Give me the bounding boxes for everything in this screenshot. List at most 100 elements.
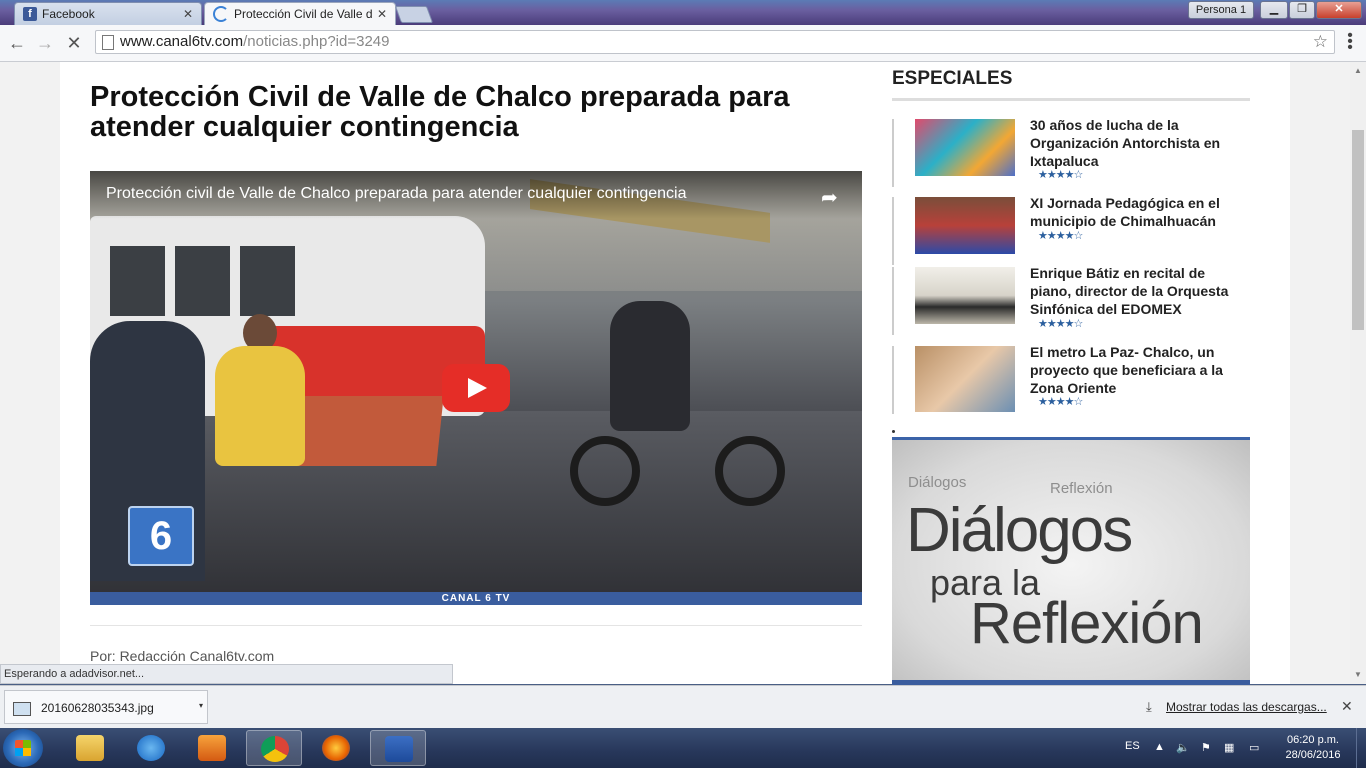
item-thumbnail[interactable] xyxy=(915,119,1015,176)
taskbar-explorer[interactable] xyxy=(62,730,118,766)
address-bar[interactable]: www.canal6tv.com/noticias.php?id=3249 ☆ xyxy=(95,30,1335,54)
windows-taskbar: ES ▲ 🔈 ⚑ ▦ ▭ 06:20 p.m. 28/06/2016 xyxy=(0,728,1366,768)
sidebar-item-batiz[interactable]: Enrique Bátiz en recital de piano, direc… xyxy=(892,264,1250,337)
close-tab-icon[interactable]: ✕ xyxy=(377,7,387,21)
list-bullet xyxy=(892,430,895,433)
tab-proteccion-civil[interactable]: Protección Civil de Valle d ✕ xyxy=(204,2,396,25)
sidebar-item-metro[interactable]: El metro La Paz- Chalco, un proyecto que… xyxy=(892,343,1250,416)
forward-arrow-icon[interactable]: → xyxy=(33,31,57,55)
item-divider xyxy=(892,119,894,187)
taskbar-word[interactable] xyxy=(370,730,426,766)
start-button[interactable] xyxy=(3,729,43,767)
browser-toolbar: ← → ✕ www.canal6tv.com/noticias.php?id=3… xyxy=(0,25,1366,62)
download-item[interactable]: 20160628035343.jpg ▾ xyxy=(4,690,208,724)
taskbar-internet-explorer[interactable] xyxy=(123,730,179,766)
banner-ghost-text: Diálogos xyxy=(908,474,967,491)
folder-icon xyxy=(76,735,104,761)
back-arrow-icon[interactable]: ← xyxy=(5,31,29,55)
scrollbar-thumb[interactable] xyxy=(1352,130,1364,330)
dialogos-banner[interactable]: Diálogos Reflexión Diálogos para la Refl… xyxy=(892,437,1250,690)
taskbar-media-player[interactable] xyxy=(184,730,240,766)
firefox-icon xyxy=(322,735,350,761)
close-tab-icon[interactable]: ✕ xyxy=(183,7,193,21)
taskbar-firefox[interactable] xyxy=(308,730,364,766)
chevron-down-icon[interactable]: ▾ xyxy=(199,701,203,710)
tab-label: Facebook xyxy=(42,7,95,21)
browser-tab-strip: f Facebook ✕ Protección Civil de Valle d… xyxy=(0,0,1366,25)
canal6-logo: 6 xyxy=(128,506,194,566)
item-title[interactable]: XI Jornada Pedagógica en el municipio de… xyxy=(1030,194,1245,230)
video-frame-wheel xyxy=(570,436,640,506)
scroll-up-icon[interactable]: ▲ xyxy=(1354,66,1362,75)
action-center-flag-icon[interactable]: ⚑ xyxy=(1201,741,1211,754)
video-footer-label: CANAL 6 TV xyxy=(90,592,862,605)
video-frame-motorcycle xyxy=(570,396,785,506)
language-indicator[interactable]: ES xyxy=(1125,740,1140,752)
rating-stars: ★★★★☆ xyxy=(1038,169,1083,181)
video-frame-barrier xyxy=(291,396,444,466)
tab-facebook[interactable]: f Facebook ✕ xyxy=(14,2,202,25)
divider xyxy=(90,625,862,626)
restore-button[interactable]: ❐ xyxy=(1289,1,1315,19)
rating-stars: ★★★★☆ xyxy=(1038,230,1083,242)
display-icon[interactable]: ▭ xyxy=(1249,741,1259,754)
share-icon[interactable]: ➦ xyxy=(821,185,838,210)
facebook-icon: f xyxy=(23,7,37,21)
scroll-down-icon[interactable]: ▼ xyxy=(1354,670,1362,679)
menu-icon[interactable]: • • • xyxy=(1343,28,1357,56)
profile-button[interactable]: Persona 1 xyxy=(1188,1,1254,19)
clock-date: 28/06/2016 xyxy=(1285,749,1341,761)
page-scrollbar[interactable]: ▲ ▼ xyxy=(1350,62,1366,684)
url-host: www.canal6tv.com xyxy=(120,33,244,50)
tray-expand-icon[interactable]: ▲ xyxy=(1154,741,1165,753)
article-byline: Por: Redacción Canal6tv.com xyxy=(90,648,275,664)
play-button[interactable] xyxy=(442,364,510,412)
taskbar-chrome[interactable] xyxy=(246,730,302,766)
item-thumbnail[interactable] xyxy=(915,197,1015,254)
banner-title-line1: Diálogos xyxy=(906,496,1133,565)
video-title[interactable]: Protección civil de Valle de Chalco prep… xyxy=(106,185,687,203)
minimize-button[interactable]: ▁ xyxy=(1260,1,1288,19)
banner-title-line3: Reflexión xyxy=(970,591,1204,656)
video-frame-person xyxy=(215,346,305,466)
item-thumbnail[interactable] xyxy=(915,267,1015,324)
video-player[interactable]: Protección civil de Valle de Chalco prep… xyxy=(90,171,862,605)
status-bubble: Esperando a adadvisor.net... xyxy=(0,664,453,684)
windows-logo-icon-lower xyxy=(15,748,31,756)
internet-explorer-icon xyxy=(137,735,165,761)
item-thumbnail[interactable] xyxy=(915,346,1015,412)
volume-icon[interactable]: 🔈 xyxy=(1176,741,1190,754)
word-icon xyxy=(385,736,413,762)
rating-stars: ★★★★☆ xyxy=(1038,318,1083,330)
page-icon xyxy=(102,35,114,50)
item-divider xyxy=(892,267,894,335)
downloads-shelf: 20160628035343.jpg ▾ ⤓ Mostrar todas las… xyxy=(0,685,1366,729)
sidebar-item-jornada[interactable]: XI Jornada Pedagógica en el municipio de… xyxy=(892,194,1250,267)
media-player-icon xyxy=(198,735,226,761)
video-frame-bus-window xyxy=(110,246,165,316)
sidebar-item-antorchista[interactable]: 30 años de lucha de la Organización Anto… xyxy=(892,116,1250,189)
article-title: Protección Civil de Valle de Chalco prep… xyxy=(90,81,790,143)
download-file-name: 20160628035343.jpg xyxy=(41,701,154,715)
network-icon[interactable]: ▦ xyxy=(1224,741,1234,754)
system-clock[interactable]: 06:20 p.m. 28/06/2016 xyxy=(1278,733,1348,763)
show-desktop-button[interactable] xyxy=(1356,728,1366,768)
loading-spinner-icon xyxy=(213,6,229,22)
play-icon xyxy=(468,378,487,398)
clock-time: 06:20 p.m. xyxy=(1287,734,1339,746)
item-title[interactable]: El metro La Paz- Chalco, un proyecto que… xyxy=(1030,343,1245,397)
item-title[interactable]: 30 años de lucha de la Organización Anto… xyxy=(1030,116,1245,170)
chrome-icon xyxy=(261,736,289,762)
bookmark-star-icon[interactable]: ☆ xyxy=(1313,31,1328,53)
item-title[interactable]: Enrique Bátiz en recital de piano, direc… xyxy=(1030,264,1245,318)
show-all-downloads-link[interactable]: Mostrar todas las descargas... xyxy=(1166,700,1327,714)
close-window-button[interactable]: ✕ xyxy=(1316,1,1362,19)
item-divider xyxy=(892,197,894,265)
close-icon[interactable]: ✕ xyxy=(1341,698,1353,715)
video-frame-bus-window xyxy=(240,246,295,316)
video-frame-wheel xyxy=(715,436,785,506)
image-file-icon xyxy=(13,702,31,716)
new-tab-button[interactable] xyxy=(394,6,434,23)
download-icon: ⤓ xyxy=(1146,699,1152,714)
stop-loading-icon[interactable]: ✕ xyxy=(62,31,86,55)
